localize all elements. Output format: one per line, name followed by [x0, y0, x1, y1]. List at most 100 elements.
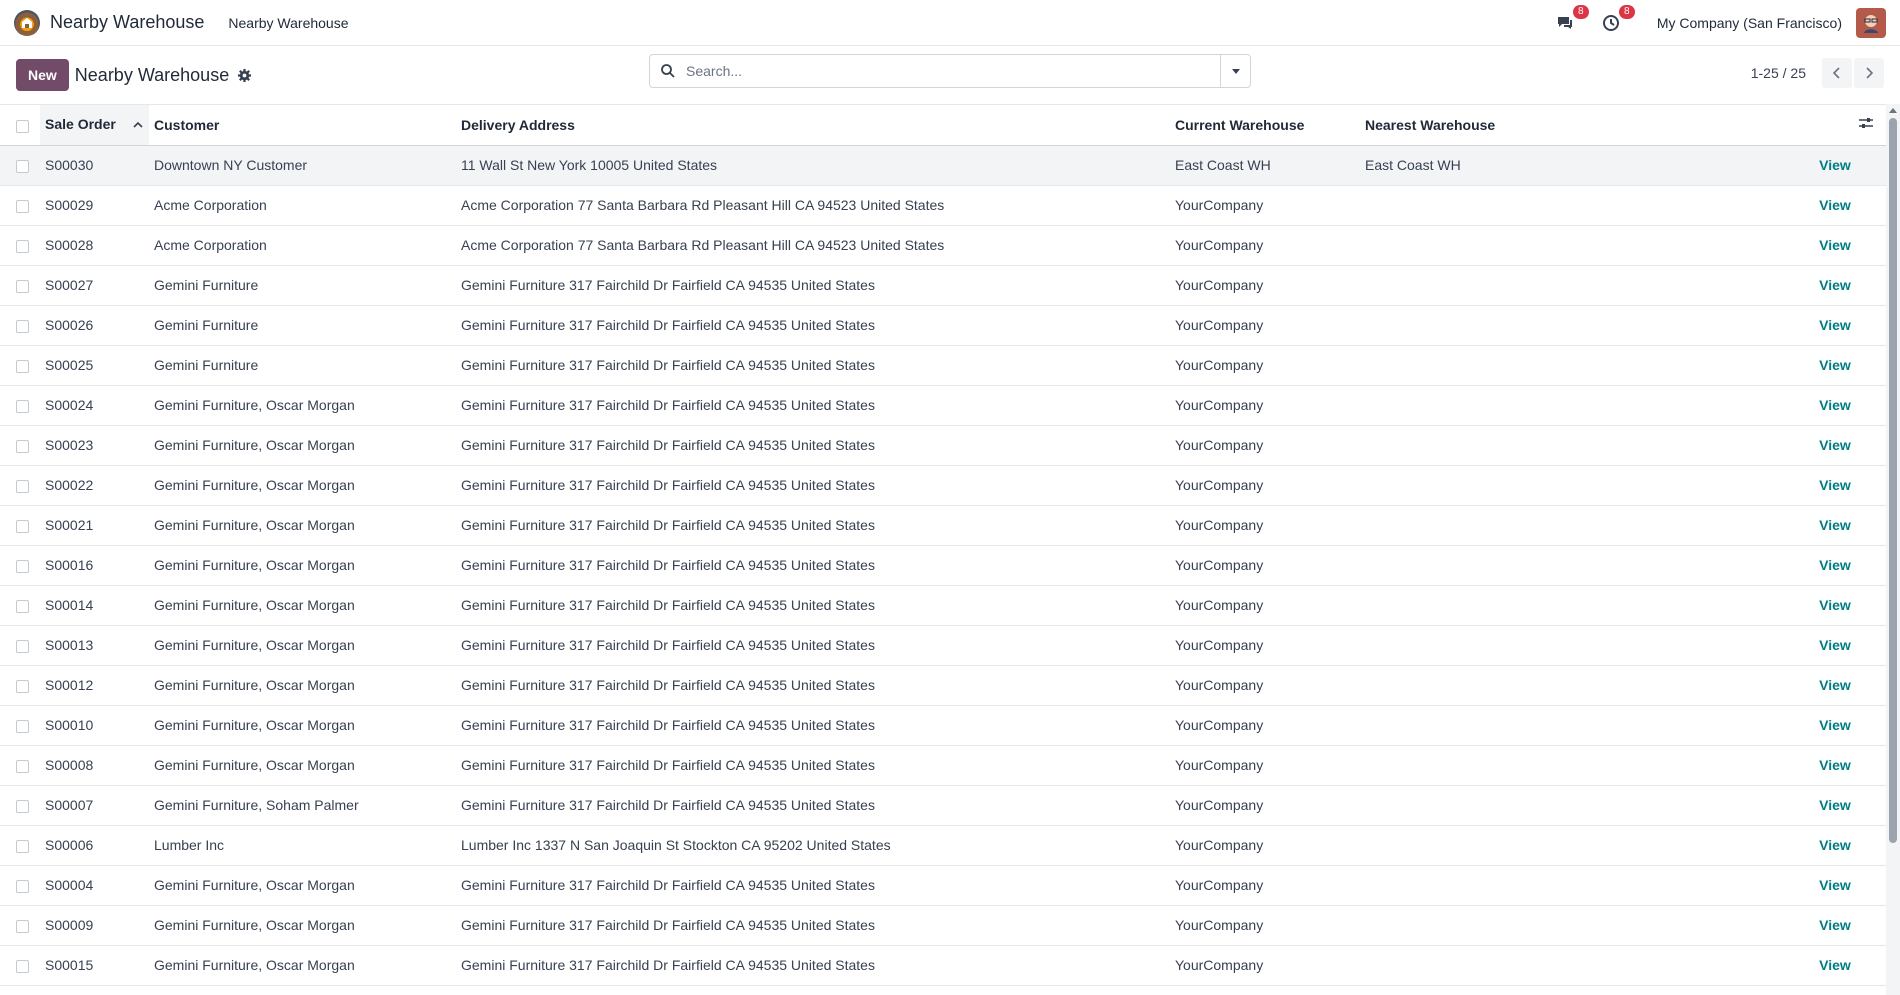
activities-button[interactable]: 8 [1601, 4, 1635, 33]
row-checkbox[interactable] [16, 319, 29, 333]
cell-sale-order[interactable]: S00030 [40, 145, 149, 186]
cell-delivery-address[interactable]: Gemini Furniture 317 Fairchild Dr Fairfi… [456, 785, 1170, 826]
cell-nearest-warehouse[interactable] [1360, 865, 1784, 906]
scroll-thumb[interactable] [1889, 118, 1897, 843]
cell-current-warehouse[interactable]: YourCompany [1170, 825, 1360, 866]
cell-customer[interactable]: Gemini Furniture, Oscar Morgan [149, 945, 456, 986]
cell-delivery-address[interactable]: Gemini Furniture 317 Fairchild Dr Fairfi… [456, 905, 1170, 946]
cell-current-warehouse[interactable]: YourCompany [1170, 305, 1360, 346]
cell-customer[interactable]: Gemini Furniture, Oscar Morgan [149, 705, 456, 746]
cell-sale-order[interactable]: S00014 [40, 585, 149, 626]
row-checkbox[interactable] [16, 959, 29, 973]
cell-customer[interactable]: Acme Corporation [149, 185, 456, 226]
pager-value[interactable]: 1-25 / 25 [1751, 65, 1806, 81]
cell-sale-order[interactable]: S00025 [40, 345, 149, 386]
cell-current-warehouse[interactable]: YourCompany [1170, 945, 1360, 986]
cell-sale-order[interactable]: S00016 [40, 545, 149, 586]
cell-delivery-address[interactable]: Gemini Furniture 317 Fairchild Dr Fairfi… [456, 585, 1170, 626]
table-row[interactable]: S00014 Gemini Furniture, Oscar Morgan Gemi… [0, 585, 1886, 626]
search-options-toggle[interactable] [1220, 55, 1250, 87]
cell-customer[interactable]: Gemini Furniture, Oscar Morgan [149, 665, 456, 706]
row-checkbox[interactable] [16, 359, 29, 373]
cell-sale-order[interactable]: S00026 [40, 305, 149, 346]
cell-sale-order[interactable]: S00013 [40, 625, 149, 666]
view-button[interactable]: View [1819, 597, 1851, 613]
cell-customer[interactable]: Gemini Furniture [149, 305, 456, 346]
cell-customer[interactable]: Acme Corporation [149, 225, 456, 266]
row-checkbox[interactable] [16, 239, 29, 253]
cell-nearest-warehouse[interactable] [1360, 345, 1784, 386]
cell-customer[interactable]: Gemini Furniture, Oscar Morgan [149, 625, 456, 666]
cell-current-warehouse[interactable]: YourCompany [1170, 345, 1360, 386]
cell-sale-order[interactable]: S00024 [40, 385, 149, 426]
cell-nearest-warehouse[interactable] [1360, 465, 1784, 506]
cell-customer[interactable]: Gemini Furniture, Oscar Morgan [149, 385, 456, 426]
cell-delivery-address[interactable]: Acme Corporation 77 Santa Barbara Rd Ple… [456, 225, 1170, 266]
table-row[interactable]: S00013 Gemini Furniture, Oscar Morgan Gemi… [0, 625, 1886, 666]
column-header-nearest-warehouse[interactable]: Nearest Warehouse [1360, 105, 1784, 146]
column-header-current-warehouse[interactable]: Current Warehouse [1170, 105, 1360, 146]
view-button[interactable]: View [1819, 437, 1851, 453]
cell-delivery-address[interactable]: Lumber Inc 1337 N San Joaquin St Stockto… [456, 825, 1170, 866]
cell-current-warehouse[interactable]: YourCompany [1170, 505, 1360, 546]
view-button[interactable]: View [1819, 277, 1851, 293]
view-button[interactable]: View [1819, 557, 1851, 573]
cell-sale-order[interactable]: S00022 [40, 465, 149, 506]
cell-customer[interactable]: Gemini Furniture, Oscar Morgan [149, 745, 456, 786]
menu-item-nearby-warehouse[interactable]: Nearby Warehouse [228, 15, 348, 31]
cell-delivery-address[interactable]: Gemini Furniture 317 Fairchild Dr Fairfi… [456, 305, 1170, 346]
view-button[interactable]: View [1819, 877, 1851, 893]
view-button[interactable]: View [1819, 477, 1851, 493]
cell-customer[interactable]: Gemini Furniture, Oscar Morgan [149, 585, 456, 626]
cell-current-warehouse[interactable]: YourCompany [1170, 185, 1360, 226]
row-checkbox[interactable] [16, 719, 29, 733]
scroll-up-arrow-icon[interactable] [1889, 108, 1897, 113]
app-logo-icon[interactable] [14, 9, 40, 36]
cell-customer[interactable]: Gemini Furniture, Oscar Morgan [149, 865, 456, 906]
cell-delivery-address[interactable]: Gemini Furniture 317 Fairchild Dr Fairfi… [456, 625, 1170, 666]
cell-customer[interactable]: Gemini Furniture, Oscar Morgan [149, 425, 456, 466]
cell-delivery-address[interactable]: Gemini Furniture 317 Fairchild Dr Fairfi… [456, 945, 1170, 986]
cell-delivery-address[interactable]: Gemini Furniture 317 Fairchild Dr Fairfi… [456, 465, 1170, 506]
row-checkbox[interactable] [16, 559, 29, 573]
column-header-delivery-address[interactable]: Delivery Address [456, 105, 1170, 146]
view-button[interactable]: View [1819, 957, 1851, 973]
cell-customer[interactable]: Lumber Inc [149, 825, 456, 866]
table-row[interactable]: S00030 Downtown NY Customer 11 Wall St New… [0, 145, 1886, 186]
row-checkbox[interactable] [16, 879, 29, 893]
cell-delivery-address[interactable]: Gemini Furniture 317 Fairchild Dr Fairfi… [456, 345, 1170, 386]
cell-delivery-address[interactable]: Gemini Furniture 317 Fairchild Dr Fairfi… [456, 545, 1170, 586]
cell-delivery-address[interactable]: Gemini Furniture 317 Fairchild Dr Fairfi… [456, 385, 1170, 426]
new-button[interactable]: New [16, 59, 69, 91]
cell-sale-order[interactable]: S00012 [40, 665, 149, 706]
cell-nearest-warehouse[interactable] [1360, 825, 1784, 866]
cell-delivery-address[interactable]: Gemini Furniture 317 Fairchild Dr Fairfi… [456, 665, 1170, 706]
cell-delivery-address[interactable]: Gemini Furniture 317 Fairchild Dr Fairfi… [456, 705, 1170, 746]
table-row[interactable]: S00022 Gemini Furniture, Oscar Morgan Gemi… [0, 465, 1886, 506]
cell-current-warehouse[interactable]: YourCompany [1170, 585, 1360, 626]
cell-sale-order[interactable]: S00010 [40, 705, 149, 746]
cell-sale-order[interactable]: S00008 [40, 745, 149, 786]
view-button[interactable]: View [1819, 917, 1851, 933]
view-button[interactable]: View [1819, 837, 1851, 853]
row-checkbox[interactable] [16, 599, 29, 613]
view-button[interactable]: View [1819, 517, 1851, 533]
cell-sale-order[interactable]: S00015 [40, 945, 149, 986]
cell-customer[interactable]: Gemini Furniture, Oscar Morgan [149, 545, 456, 586]
cell-nearest-warehouse[interactable] [1360, 785, 1784, 826]
row-checkbox[interactable] [16, 799, 29, 813]
table-row[interactable]: S00024 Gemini Furniture, Oscar Morgan Gemi… [0, 385, 1886, 426]
cell-nearest-warehouse[interactable] [1360, 585, 1784, 626]
column-header-customer[interactable]: Customer [149, 105, 456, 146]
cell-nearest-warehouse[interactable] [1360, 625, 1784, 666]
cell-nearest-warehouse[interactable] [1360, 705, 1784, 746]
cell-sale-order[interactable]: S00027 [40, 265, 149, 306]
cell-customer[interactable]: Gemini Furniture [149, 265, 456, 306]
optional-columns-toggle[interactable] [1784, 105, 1886, 146]
row-checkbox[interactable] [16, 399, 29, 413]
app-name[interactable]: Nearby Warehouse [50, 12, 204, 33]
cell-current-warehouse[interactable]: YourCompany [1170, 785, 1360, 826]
cell-current-warehouse[interactable]: YourCompany [1170, 665, 1360, 706]
view-button[interactable]: View [1819, 237, 1851, 253]
table-row[interactable]: S00006 Lumber Inc Lumber Inc 1337 N San Jo… [0, 825, 1886, 866]
